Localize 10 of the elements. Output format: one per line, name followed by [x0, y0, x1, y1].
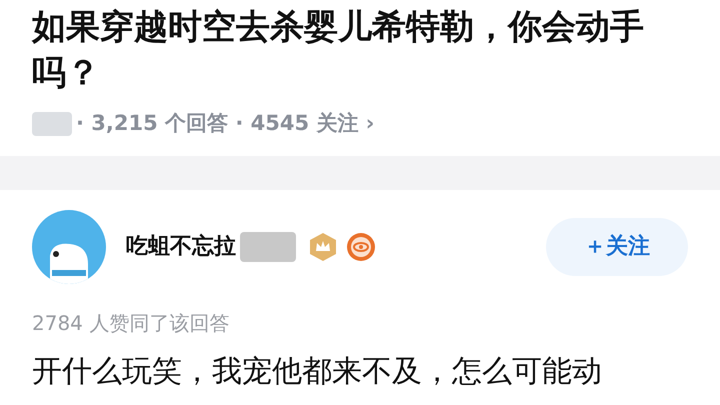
- answer-body: 开什么玩笑，我宠他都来不及，怎么可能动: [31, 354, 603, 390]
- follow-button[interactable]: ＋关注: [546, 218, 688, 276]
- question-title: 如果穿越时空去杀婴儿希特勒，你会动手吗？: [32, 6, 645, 95]
- eye-badge-icon: [346, 232, 376, 262]
- blurred-source: [32, 112, 72, 136]
- question-meta: · 3,215 个回答 · 4545 关注 ›: [76, 110, 374, 137]
- author-name[interactable]: 吃蛆不忘拉: [126, 230, 236, 263]
- likes-count: 2784 人赞同了该回答: [31, 310, 230, 336]
- crown-badge-icon: [308, 232, 338, 262]
- blurred-name: [240, 232, 296, 262]
